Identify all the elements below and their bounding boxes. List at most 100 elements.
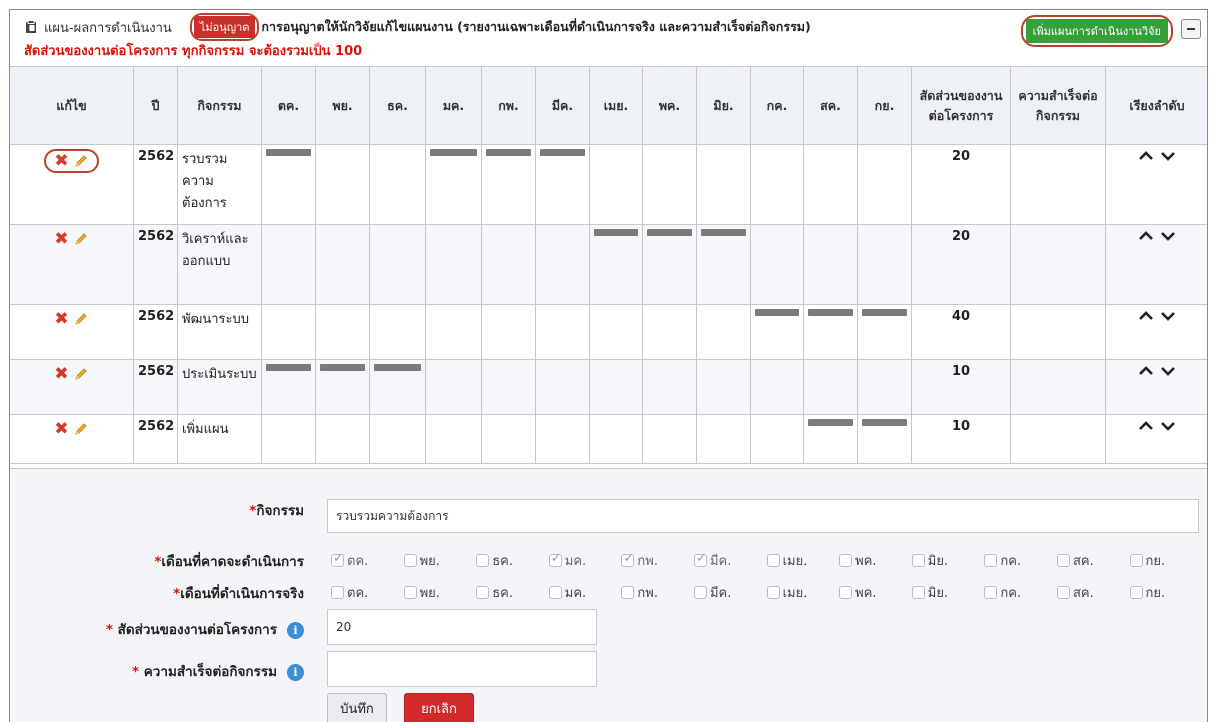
checkbox[interactable] (1129, 586, 1143, 599)
row-year: 2562 (133, 359, 178, 415)
month-cell (642, 359, 697, 415)
permission-badge[interactable]: ไม่อนุญาต (193, 16, 256, 38)
actual-month-option[interactable]: พค. (839, 582, 912, 603)
planned-month-option[interactable]: สค. (1056, 550, 1130, 571)
add-plan-button[interactable]: เพิ่มแผนการดำเนินงานวิจัย (1025, 19, 1168, 43)
checkbox[interactable] (403, 554, 417, 567)
chevron-down-icon[interactable] (1160, 229, 1176, 243)
planned-month-option[interactable]: มิย. (911, 550, 985, 571)
checkbox[interactable] (766, 554, 780, 567)
chevron-up-icon[interactable] (1138, 364, 1154, 378)
actual-month-option[interactable]: กพ. (621, 582, 694, 603)
month-cell (261, 414, 316, 464)
planned-month-option[interactable]: กพ. (621, 550, 694, 571)
chevron-up-icon[interactable] (1138, 229, 1154, 243)
col-month: มิย. (696, 66, 751, 145)
checkbox[interactable] (331, 551, 344, 567)
month-label: สค. (1072, 554, 1094, 569)
planned-month-option[interactable]: กย. (1129, 550, 1203, 571)
edit-pencil-icon[interactable] (73, 153, 89, 169)
checkbox[interactable] (1129, 554, 1143, 567)
edit-pencil-icon[interactable] (73, 366, 89, 382)
checkbox[interactable] (984, 554, 998, 567)
delete-icon[interactable]: ✖ (54, 231, 68, 248)
row-sort (1105, 414, 1207, 464)
checkbox[interactable] (548, 586, 562, 599)
checkbox[interactable] (476, 554, 490, 567)
edit-pencil-icon[interactable] (73, 421, 89, 437)
collapse-button[interactable] (1181, 19, 1201, 39)
checkbox[interactable] (693, 551, 707, 567)
actual-month-option[interactable]: ตค. (331, 582, 404, 603)
checkbox[interactable] (621, 586, 635, 599)
edit-pencil-icon[interactable] (73, 231, 89, 247)
chevron-down-icon[interactable] (1160, 419, 1176, 433)
month-cell (857, 359, 912, 415)
checkbox[interactable] (766, 586, 780, 599)
actual-month-option[interactable]: มีค. (693, 582, 767, 603)
row-success (1010, 359, 1106, 415)
month-cell (803, 414, 858, 464)
clipboard-icon (24, 20, 38, 34)
success-input[interactable] (327, 651, 597, 687)
planned-month-option[interactable]: พย. (403, 550, 477, 571)
actual-month-option[interactable]: เมย. (766, 582, 840, 603)
success-label: * ความสำเร็จต่อกิจกรรม i (132, 660, 304, 682)
cancel-button[interactable]: ยกเลิก (404, 693, 474, 722)
checkbox[interactable] (621, 551, 635, 567)
month-label: ตค. (347, 586, 369, 601)
actual-month-option[interactable]: สค. (1056, 582, 1130, 603)
chevron-up-icon[interactable] (1138, 309, 1154, 323)
planned-month-option[interactable]: เมย. (766, 550, 840, 571)
chevron-down-icon[interactable] (1160, 149, 1176, 163)
planned-month-option[interactable]: มีค. (693, 550, 767, 571)
month-cell (750, 359, 804, 415)
checkbox[interactable] (839, 586, 853, 599)
planned-month-option[interactable]: ตค. (331, 550, 404, 571)
planned-month-option[interactable]: กค. (984, 550, 1057, 571)
info-icon[interactable]: i (287, 622, 304, 639)
actual-month-option[interactable]: กย. (1129, 582, 1203, 603)
chevron-down-icon[interactable] (1160, 364, 1176, 378)
checkbox[interactable] (839, 554, 853, 567)
planned-months-group: ตค. พย. ธค. มค. กพ. มีค. เมย. พค. มิย. กค. สค. กย. (331, 550, 1202, 571)
save-button[interactable]: บันทึก (327, 693, 387, 722)
activity-input[interactable] (327, 499, 1199, 533)
checkbox[interactable] (476, 586, 490, 599)
checkbox[interactable] (331, 586, 344, 599)
month-cell (261, 359, 316, 415)
planned-month-option[interactable]: มค. (548, 550, 622, 571)
delete-icon[interactable]: ✖ (54, 421, 68, 438)
delete-icon[interactable]: ✖ (54, 311, 68, 328)
chevron-down-icon[interactable] (1160, 309, 1176, 323)
chevron-up-icon[interactable] (1138, 149, 1154, 163)
delete-icon[interactable]: ✖ (54, 366, 68, 383)
month-cell (750, 144, 804, 225)
checkbox[interactable] (1056, 586, 1070, 599)
actual-month-option[interactable]: ธค. (476, 582, 549, 603)
checkbox[interactable] (911, 554, 925, 567)
plan-bar (320, 364, 365, 371)
month-cell (261, 224, 316, 305)
chevron-up-icon[interactable] (1138, 419, 1154, 433)
checkbox[interactable] (693, 586, 707, 599)
actual-month-option[interactable]: มิย. (911, 582, 985, 603)
checkbox[interactable] (984, 586, 998, 599)
planned-month-option[interactable]: ธค. (476, 550, 549, 571)
row-success (1010, 144, 1106, 225)
checkbox[interactable] (403, 586, 417, 599)
month-cell (481, 414, 536, 464)
ratio-input[interactable] (327, 609, 597, 645)
actual-month-option[interactable]: มค. (548, 582, 622, 603)
planned-month-option[interactable]: พค. (839, 550, 912, 571)
row-activity: วิเคราห์และออกแบบ (177, 224, 262, 305)
actual-month-option[interactable]: กค. (984, 582, 1057, 603)
checkbox[interactable] (1056, 554, 1070, 567)
month-label: มิย. (927, 586, 949, 601)
checkbox[interactable] (911, 586, 925, 599)
info-icon[interactable]: i (287, 664, 304, 681)
checkbox[interactable] (548, 551, 562, 567)
actual-month-option[interactable]: พย. (403, 582, 477, 603)
edit-pencil-icon[interactable] (73, 311, 89, 327)
delete-icon[interactable]: ✖ (54, 153, 68, 170)
